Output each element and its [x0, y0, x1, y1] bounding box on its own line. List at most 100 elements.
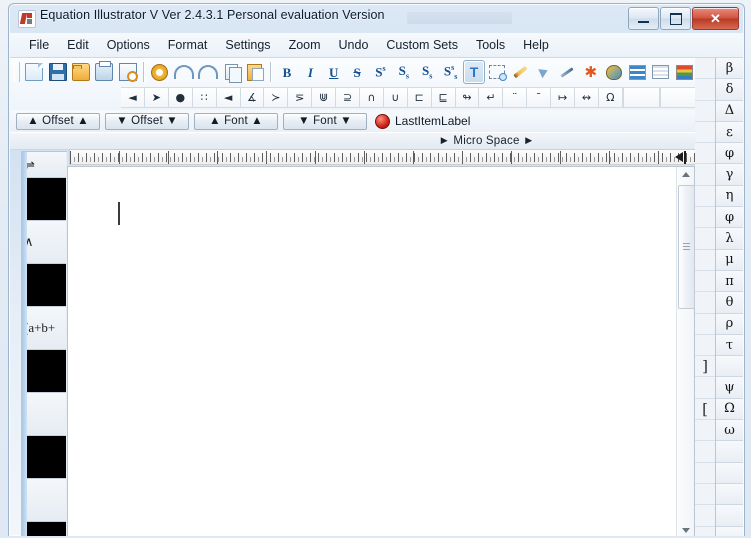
menu-item-help[interactable]: Help — [515, 35, 557, 55]
symbol-button-1[interactable]: ➤ — [144, 86, 169, 108]
symbol-button-5[interactable]: ∡ — [240, 86, 265, 108]
left-palette-cell-6[interactable] — [22, 393, 66, 436]
bold-button[interactable]: B — [276, 60, 297, 84]
subsuper-button[interactable]: Sss — [440, 60, 461, 84]
bracket-palette-cell-12[interactable] — [695, 314, 715, 335]
print-icon[interactable] — [94, 60, 115, 84]
symbol-button-12[interactable]: ⊏ — [407, 86, 432, 108]
colour-bars-icon[interactable] — [674, 60, 695, 84]
symbol-row-tail-a[interactable] — [622, 86, 660, 108]
bracket-palette-cell-8[interactable] — [695, 228, 715, 250]
symbol-button-8[interactable]: ⋓ — [312, 86, 337, 108]
bracket-palette-cell-20[interactable] — [695, 484, 715, 506]
symbol-button-10[interactable]: ∩ — [359, 86, 384, 108]
symbol-button-13[interactable]: ⊑ — [431, 86, 456, 108]
bracket-palette-cell-11[interactable] — [695, 292, 715, 314]
font-up-button[interactable]: ▲ Font ▲ — [194, 112, 278, 130]
lines-list-icon[interactable] — [627, 60, 648, 84]
greek-palette-cell-2[interactable]: Δ — [716, 100, 743, 122]
symbol-button-11[interactable]: ∪ — [383, 86, 408, 108]
table-icon[interactable] — [650, 60, 671, 84]
menu-item-tools[interactable]: Tools — [468, 35, 513, 55]
bracket-palette-cell-14[interactable]: ] — [695, 356, 715, 378]
left-palette-cell-0[interactable]: ⇌ — [22, 152, 66, 178]
menu-item-options[interactable]: Options — [99, 35, 158, 55]
greek-palette-cell-8[interactable]: λ — [716, 228, 743, 250]
paste-icon[interactable] — [244, 60, 265, 84]
greek-palette-cell-17[interactable]: ω — [716, 420, 743, 442]
symbol-button-16[interactable]: ¨ — [503, 86, 528, 108]
menu-item-custom-sets[interactable]: Custom Sets — [378, 35, 466, 55]
symbol-button-0[interactable]: ◄ — [121, 86, 145, 108]
greek-palette-cell-12[interactable]: ρ — [716, 313, 743, 335]
offset-up-button[interactable]: ▲ Offset ▲ — [16, 112, 100, 130]
greek-palette-cell-22[interactable] — [716, 526, 743, 536]
greek-palette-cell-19[interactable] — [716, 462, 743, 484]
bracket-palette-cell-2[interactable] — [695, 101, 715, 122]
greek-palette-cell-15[interactable]: ψ — [716, 377, 743, 399]
greek-palette-cell-6[interactable]: η — [716, 185, 743, 208]
menu-item-edit[interactable]: Edit — [59, 35, 97, 55]
scroll-up-button[interactable] — [677, 167, 694, 182]
scroll-down-button[interactable] — [677, 523, 694, 536]
close-button[interactable]: ✕ — [692, 7, 739, 30]
symbol-button-7[interactable]: ⋝ — [288, 86, 313, 108]
left-palette-cell-9[interactable] — [22, 522, 66, 536]
left-palette-cell-1[interactable] — [22, 178, 66, 221]
copy-icon[interactable] — [221, 60, 242, 84]
offset-down-button[interactable]: ▼ Offset ▼ — [105, 112, 189, 130]
save-icon[interactable] — [47, 60, 68, 84]
record-dot-icon[interactable] — [375, 113, 390, 129]
bracket-palette-cell-21[interactable] — [695, 505, 715, 527]
symbol-button-6[interactable]: ≻ — [264, 86, 289, 108]
symbol-button-17[interactable]: ¯ — [527, 86, 552, 108]
underline-button[interactable]: U — [323, 60, 344, 84]
left-palette-cell-2[interactable]: ∧ — [22, 221, 66, 264]
settings-gear-icon[interactable] — [149, 60, 170, 84]
bracket-palette-cell-22[interactable] — [695, 527, 715, 536]
greek-palette-cell-21[interactable] — [716, 505, 743, 527]
menu-item-settings[interactable]: Settings — [217, 35, 278, 55]
undo-icon[interactable] — [173, 60, 195, 84]
bracket-palette-cell-13[interactable] — [695, 335, 715, 357]
greek-palette-cell-5[interactable]: γ — [716, 164, 743, 186]
horizontal-ruler[interactable] — [69, 149, 714, 165]
symbol-button-2[interactable]: ● — [168, 86, 193, 108]
greek-palette-cell-13[interactable]: τ — [716, 334, 743, 357]
greek-palette-cell-20[interactable] — [716, 483, 743, 506]
maximize-button[interactable] — [660, 7, 691, 30]
symbol-button-4[interactable]: ◄ — [216, 86, 241, 108]
superscript2-button[interactable]: Ss — [417, 60, 438, 84]
bracket-palette-cell-6[interactable] — [695, 186, 715, 208]
left-palette-cell-7[interactable] — [22, 436, 66, 479]
bracket-palette-cell-18[interactable] — [695, 441, 715, 463]
bracket-palette-cell-7[interactable] — [695, 207, 715, 229]
symbol-button-3[interactable]: ∷ — [192, 86, 217, 108]
palette-icon[interactable] — [604, 60, 625, 84]
greek-palette-cell-16[interactable]: Ω — [716, 398, 743, 421]
bracket-palette-cell-17[interactable] — [695, 420, 715, 442]
left-palette-scroll-rail[interactable] — [22, 152, 27, 536]
greek-palette-cell-3[interactable]: ε — [716, 121, 743, 144]
italic-button[interactable]: I — [300, 60, 321, 84]
add-object-icon[interactable]: ✱ — [580, 60, 601, 84]
left-palette-cell-3[interactable] — [22, 264, 66, 307]
redo-icon[interactable] — [197, 60, 219, 84]
strikethrough-button[interactable]: S — [346, 60, 367, 84]
bracket-palette-cell-16[interactable]: [ — [695, 399, 715, 421]
bracket-palette-cell-15[interactable] — [695, 377, 715, 399]
greek-palette-cell-10[interactable]: π — [716, 270, 743, 293]
symbol-button-20[interactable]: Ω — [598, 86, 623, 108]
bracket-palette-cell-9[interactable] — [695, 250, 715, 271]
menu-item-undo[interactable]: Undo — [331, 35, 377, 55]
document-canvas[interactable] — [67, 166, 695, 536]
micro-space-bar[interactable]: ► Micro Space ► — [10, 132, 743, 150]
text-tool-button[interactable]: T — [463, 60, 485, 84]
symbol-button-9[interactable]: ⊇ — [336, 86, 360, 108]
add-node-icon[interactable] — [533, 60, 554, 84]
bracket-palette-cell-1[interactable] — [695, 79, 715, 101]
menu-item-file[interactable]: File — [21, 35, 57, 55]
greek-palette-cell-7[interactable]: φ — [716, 207, 743, 229]
bracket-palette-cell-5[interactable] — [695, 164, 715, 186]
greek-palette-cell-11[interactable]: θ — [716, 292, 743, 314]
